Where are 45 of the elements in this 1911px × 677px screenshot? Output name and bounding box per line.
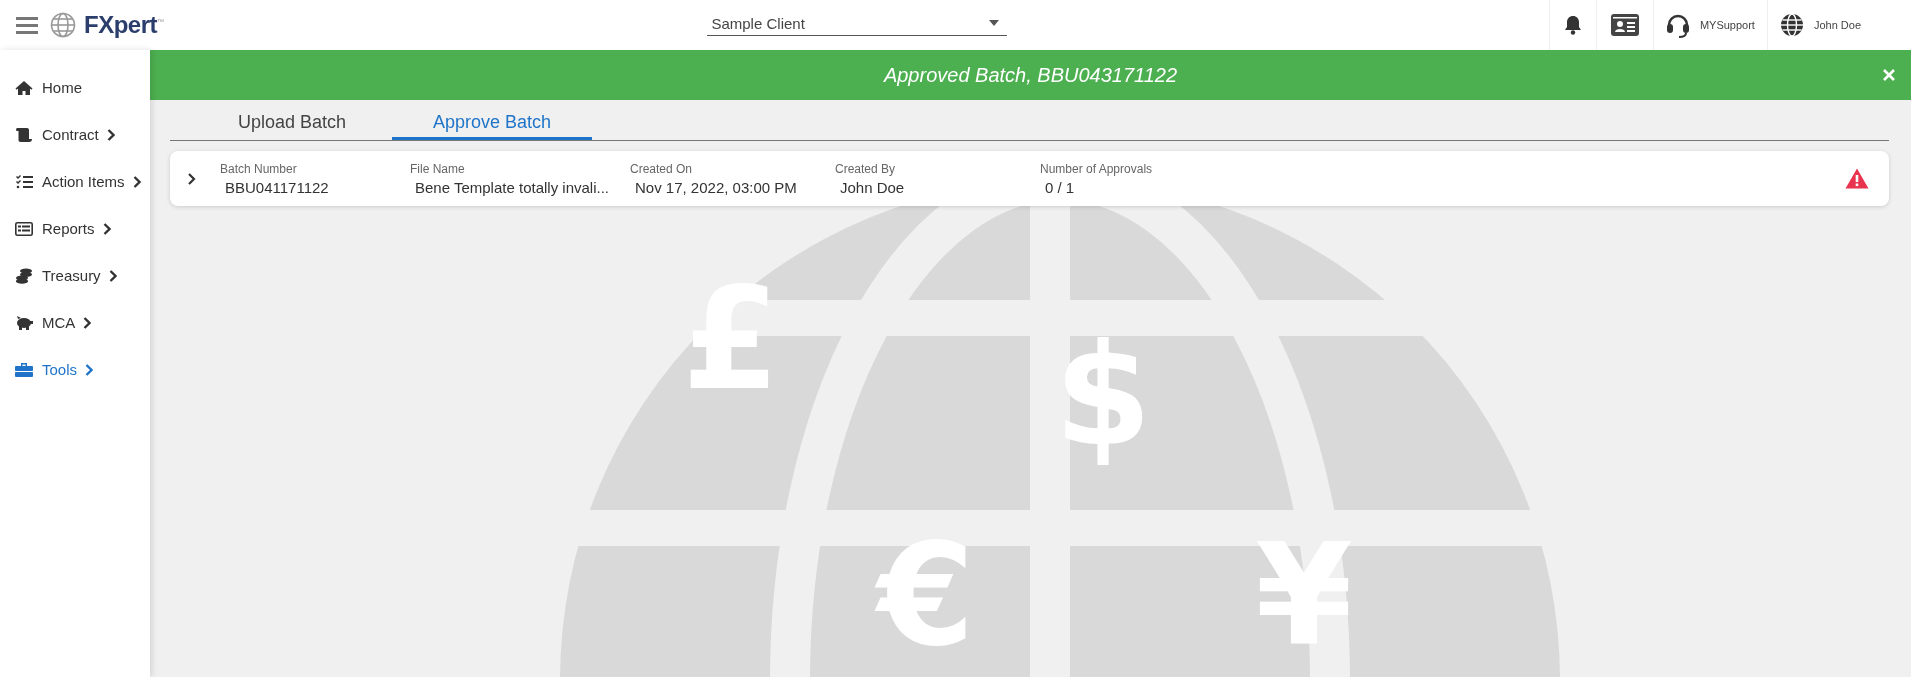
currency-symbol: € <box>876 522 976 668</box>
headset-icon[interactable] <box>1665 12 1690 38</box>
tab[interactable]: Approve Batch <box>392 100 592 140</box>
sidebar-item[interactable]: Home <box>0 64 150 111</box>
field-value: Bene Template totally invali... <box>414 178 610 196</box>
sidebar-item[interactable]: Treasury <box>0 252 150 299</box>
field-value: 0 / 1 <box>1044 178 1076 196</box>
chevron-right-icon[interactable] <box>186 172 198 185</box>
currency-symbol: ¥ <box>1254 522 1354 668</box>
list-report-icon <box>15 221 33 236</box>
support-link[interactable]: MYSupport <box>1699 19 1755 31</box>
user-name[interactable]: John Doe <box>1813 19 1861 31</box>
menu-icon[interactable] <box>16 16 38 34</box>
scroll-icon <box>15 126 33 143</box>
field-label: Created On <box>630 161 694 176</box>
sidebar-item[interactable]: Reports <box>0 205 150 252</box>
home-icon <box>15 80 33 95</box>
banner-message: Approved Batch, BBU043171122 <box>883 63 1178 87</box>
globe-icon[interactable] <box>1779 13 1804 37</box>
sidebar-item[interactable]: MCA <box>0 299 150 346</box>
bell-icon[interactable] <box>1563 15 1582 35</box>
toolbox-icon <box>15 362 33 377</box>
field-label: File Name <box>410 161 466 176</box>
sidebar-item[interactable]: Action Items <box>0 158 150 205</box>
piggy-bank-icon <box>15 315 33 330</box>
logo-text: FXpert$^{™}$ <box>84 11 164 39</box>
field-label: Created By <box>835 161 897 176</box>
currency-symbol: £ <box>681 266 781 412</box>
caret-icon <box>989 20 1000 26</box>
sidebar-item[interactable]: Contract <box>0 111 150 158</box>
globe-logo-icon <box>50 12 76 38</box>
field-value: Nov 17, 2022, 03:00 PM <box>634 178 798 196</box>
batch-row[interactable]: Batch Number BBU041171122 File Name Bene Template totally invali... Created On Nov 17, 2022, 03:00 PM Created By John Doe Number of Approvals 0 / 1 <box>170 151 1889 206</box>
tab[interactable]: Upload Batch <box>192 100 392 140</box>
field-value: John Doe <box>839 178 906 196</box>
client-select[interactable]: Sample Client <box>707 14 1008 36</box>
coins-icon <box>15 267 33 284</box>
field-value: BBU041171122 <box>224 178 330 196</box>
checklist-icon <box>15 174 33 189</box>
field-label: Number of Approvals <box>1040 161 1154 176</box>
contact-card-icon[interactable] <box>1610 14 1639 36</box>
field-label: Batch Number <box>220 161 298 176</box>
sidebar-item[interactable]: Tools <box>0 346 150 393</box>
close-icon[interactable] <box>1883 69 1895 81</box>
currency-symbol: $ <box>1053 322 1153 468</box>
